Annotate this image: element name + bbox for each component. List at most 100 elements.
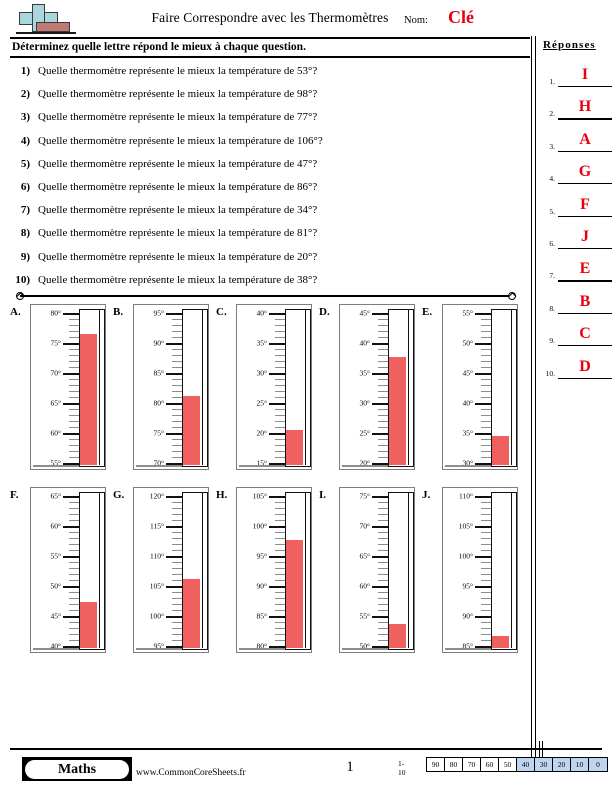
tick-minor bbox=[172, 508, 182, 510]
question-number: 6) bbox=[20, 180, 30, 193]
tick-minor bbox=[481, 622, 491, 624]
tick-minor bbox=[378, 580, 388, 582]
question-text: Quelle thermomètre représente le mieux l… bbox=[38, 180, 318, 193]
name-value: Clé bbox=[448, 7, 474, 27]
tick-minor bbox=[275, 568, 285, 570]
answer-number: 2. bbox=[549, 109, 555, 119]
answers-divider-right bbox=[534, 36, 536, 762]
tick-minor bbox=[378, 325, 388, 327]
tick-minor bbox=[69, 544, 79, 546]
answer-row[interactable]: 7. E bbox=[539, 256, 612, 288]
tick-major bbox=[475, 526, 491, 528]
tick-minor bbox=[69, 439, 79, 441]
tick-minor bbox=[481, 634, 491, 636]
answer-number: 1. bbox=[549, 77, 555, 86]
answer-row[interactable]: 9. C bbox=[539, 321, 612, 353]
answer-value: H bbox=[578, 98, 592, 116]
tick-label: 120° bbox=[149, 491, 164, 501]
thermometer-h: H. 105° 100° 95° 90° 85° 80° bbox=[216, 483, 316, 661]
page-header: Faire Correspondre avec les Thermomètres… bbox=[0, 0, 612, 40]
tick-label: 30° bbox=[359, 398, 371, 408]
thermometer-scale: 75° 70° 65° 60° 55° 50° bbox=[342, 492, 388, 651]
tick-minor bbox=[275, 337, 285, 339]
tick-minor bbox=[172, 628, 182, 630]
tick-minor bbox=[172, 409, 182, 411]
thermometer-tube-inner bbox=[492, 493, 510, 649]
tick-minor bbox=[275, 451, 285, 453]
answer-row[interactable]: 5. F bbox=[539, 192, 612, 224]
answer-row[interactable]: 1. I bbox=[539, 62, 612, 94]
tick-minor bbox=[172, 604, 182, 606]
tick-label: 45° bbox=[50, 611, 62, 621]
tick-minor bbox=[275, 508, 285, 510]
tick-major bbox=[372, 616, 388, 618]
tick-minor bbox=[69, 604, 79, 606]
tick-minor bbox=[172, 514, 182, 516]
tick-major bbox=[63, 343, 79, 345]
tick-label: 60° bbox=[50, 521, 62, 531]
tick-label: 20° bbox=[256, 428, 268, 438]
tick-major bbox=[475, 403, 491, 405]
tick-minor bbox=[69, 319, 79, 321]
tick-minor bbox=[275, 604, 285, 606]
tick-minor bbox=[172, 550, 182, 552]
tick-minor bbox=[172, 379, 182, 381]
tick-minor bbox=[275, 367, 285, 369]
tick-major bbox=[475, 586, 491, 588]
tick-minor bbox=[275, 592, 285, 594]
thermometer-d: D. 45° 40° 35° 30° 25° 20° bbox=[319, 300, 419, 478]
tick-label: 110° bbox=[459, 491, 473, 501]
tick-major bbox=[475, 496, 491, 498]
tick-major bbox=[269, 433, 285, 435]
answer-row[interactable]: 2. H bbox=[539, 94, 612, 126]
tick-minor bbox=[378, 337, 388, 339]
thermometer-tube-inner bbox=[80, 493, 98, 649]
answer-row[interactable]: 10. D bbox=[539, 354, 612, 386]
tick-minor bbox=[172, 367, 182, 369]
tick-minor bbox=[275, 580, 285, 582]
tick-label: 45° bbox=[462, 368, 474, 378]
tick-major bbox=[63, 586, 79, 588]
thermometer-tube-inner bbox=[389, 310, 407, 466]
tick-minor bbox=[172, 574, 182, 576]
mercury-fill bbox=[183, 396, 201, 466]
answer-row[interactable]: 8. B bbox=[539, 289, 612, 321]
tick-minor bbox=[172, 397, 182, 399]
tick-label: 45° bbox=[359, 308, 371, 318]
tick-minor bbox=[172, 439, 182, 441]
tick-minor bbox=[481, 451, 491, 453]
tick-minor bbox=[481, 628, 491, 630]
answers-divider-left bbox=[531, 36, 533, 762]
answer-row[interactable]: 4. G bbox=[539, 159, 612, 191]
question-text: Quelle thermomètre représente le mieux l… bbox=[38, 204, 318, 217]
tick-minor bbox=[172, 337, 182, 339]
answer-value: J bbox=[581, 227, 589, 245]
answer-value: E bbox=[579, 260, 591, 278]
answer-row[interactable]: 3. A bbox=[539, 127, 612, 159]
tick-minor bbox=[481, 508, 491, 510]
thermometer-label: C. bbox=[216, 306, 227, 318]
tick-minor bbox=[69, 337, 79, 339]
question-row: 4) Quelle thermomètre représente le mieux… bbox=[0, 132, 520, 155]
tick-label: 95° bbox=[256, 551, 268, 561]
thermometer-tube-inner bbox=[286, 493, 304, 649]
brand-label: Maths bbox=[57, 761, 97, 777]
tick-major bbox=[372, 496, 388, 498]
answers-list: 1. I 2. H 3. A 4. G 5. F 6. J 7. E 8. B 9. C 10. D bbox=[539, 62, 612, 386]
tick-label: 60° bbox=[50, 428, 62, 438]
tick-minor bbox=[378, 520, 388, 522]
answer-blank-line bbox=[558, 150, 612, 153]
scale-baseline bbox=[445, 465, 491, 467]
tick-label: 35° bbox=[359, 368, 371, 378]
tick-major bbox=[269, 343, 285, 345]
tick-minor bbox=[69, 580, 79, 582]
answer-value: I bbox=[581, 66, 589, 83]
tick-minor bbox=[481, 550, 491, 552]
tick-minor bbox=[378, 538, 388, 540]
mercury-fill bbox=[183, 579, 201, 649]
answer-row[interactable]: 6. J bbox=[539, 224, 612, 256]
header-divider bbox=[10, 37, 530, 39]
tick-label: 65° bbox=[50, 398, 62, 408]
thermometer-a: A. 80° 75° 70° 65° 60° 55° bbox=[10, 300, 110, 478]
tick-label: 75° bbox=[153, 428, 165, 438]
